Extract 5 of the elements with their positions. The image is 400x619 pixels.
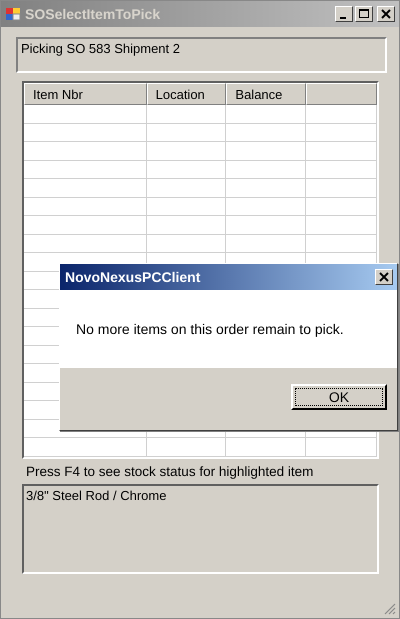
- dialog-message: No more items on this order remain to pick.: [76, 321, 344, 337]
- window-title: SOSelectItemToPick: [25, 6, 162, 22]
- dialog-title: NovoNexusPCClient: [65, 269, 202, 285]
- hint-label: Press F4 to see stock status for highlighted item: [26, 464, 314, 479]
- header-field: Picking SO 583 Shipment 2: [16, 37, 387, 73]
